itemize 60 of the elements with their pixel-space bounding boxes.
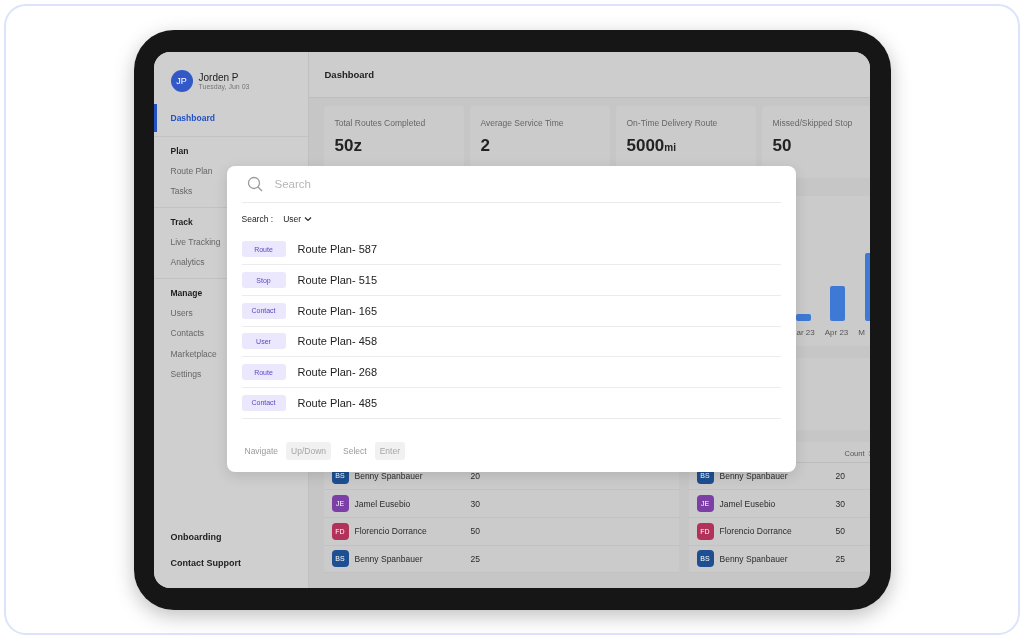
hint-label: Select (343, 445, 367, 456)
nav-item[interactable]: Route Plan (153, 160, 230, 181)
result-title: Route Plan- 515 (297, 274, 377, 287)
nav-item[interactable]: Contacts (153, 323, 222, 344)
chart-bar (829, 285, 845, 321)
table-cell: 25 (835, 553, 845, 564)
table-cell-text: Jamel Eusebio (719, 498, 777, 509)
result-title: Route Plan- 587 (297, 243, 377, 256)
table-cell: 20 (835, 470, 845, 481)
axis-label: Apr 23 (824, 327, 849, 337)
stat-label: Missed/Skipped Stop (772, 117, 854, 128)
stat-label: Average Service Time (480, 117, 565, 128)
table-cell: 50 (470, 526, 480, 537)
result-title: Route Plan- 268 (297, 366, 377, 379)
nav-item[interactable]: Analytics (153, 252, 222, 273)
filter-label: Search : (241, 213, 274, 224)
stat-label: Total Routes Completed (334, 117, 427, 128)
stat-value: 2 (480, 135, 491, 156)
nav-item[interactable]: Users (153, 302, 210, 323)
table-cell: 50 (835, 526, 845, 537)
table-cell-text: Benny Spanbauer (719, 553, 789, 564)
page-title: Dashboard (324, 68, 375, 80)
table-cell-text: Jamel Eusebio (354, 498, 412, 509)
table-cell-text: Benny Spanbauer (719, 470, 789, 481)
axis-label: M (858, 327, 865, 337)
result-title: Route Plan- 458 (297, 335, 377, 348)
axis-label: ar 23 (796, 327, 815, 337)
hint-label: Navigate (244, 445, 279, 456)
caret-icon (304, 215, 313, 222)
filter-dropdown[interactable]: User (283, 213, 313, 224)
section-title: Track (169, 215, 194, 229)
table-cell-text: Florencio Dorrance (354, 526, 428, 537)
table-cell: 30 (835, 498, 845, 509)
nav-item[interactable]: Settings (153, 364, 219, 385)
result-title: Route Plan- 485 (297, 396, 377, 409)
stat-value: 50 (772, 135, 793, 156)
table-cell-text: Florencio Dorrance (719, 526, 793, 537)
search-field[interactable]: Search (272, 176, 781, 191)
result-title: Route Plan- 165 (297, 304, 377, 317)
stat-value: 5000mi (626, 135, 677, 156)
user-avatar: JP (170, 69, 193, 92)
nav-item[interactable]: Tasks (153, 181, 210, 202)
table-cell: 20 (470, 470, 480, 481)
chart-bar (864, 252, 870, 321)
table-cell-text: Benny Spanbauer (354, 470, 424, 481)
chart-bar (795, 313, 811, 321)
stat-label: On-Time Delivery Route (626, 117, 719, 128)
user-name: Jorden P (198, 71, 240, 83)
key-hint: Up/Down (286, 441, 332, 460)
section-title: Manage (169, 286, 204, 300)
key-hint: Enter (374, 441, 405, 460)
nav-item[interactable]: Dashboard (153, 103, 232, 132)
table-cell: 25 (470, 553, 480, 564)
search-icon (246, 175, 263, 192)
table-cell-text: Benny Spanbauer (354, 553, 424, 564)
section-title: Plan (169, 144, 190, 158)
stat-value: 50z (334, 135, 363, 156)
table-cell: 30 (470, 498, 480, 509)
footer-link[interactable]: Onboarding (170, 523, 222, 550)
footer-link[interactable]: Contact Support (170, 549, 241, 576)
